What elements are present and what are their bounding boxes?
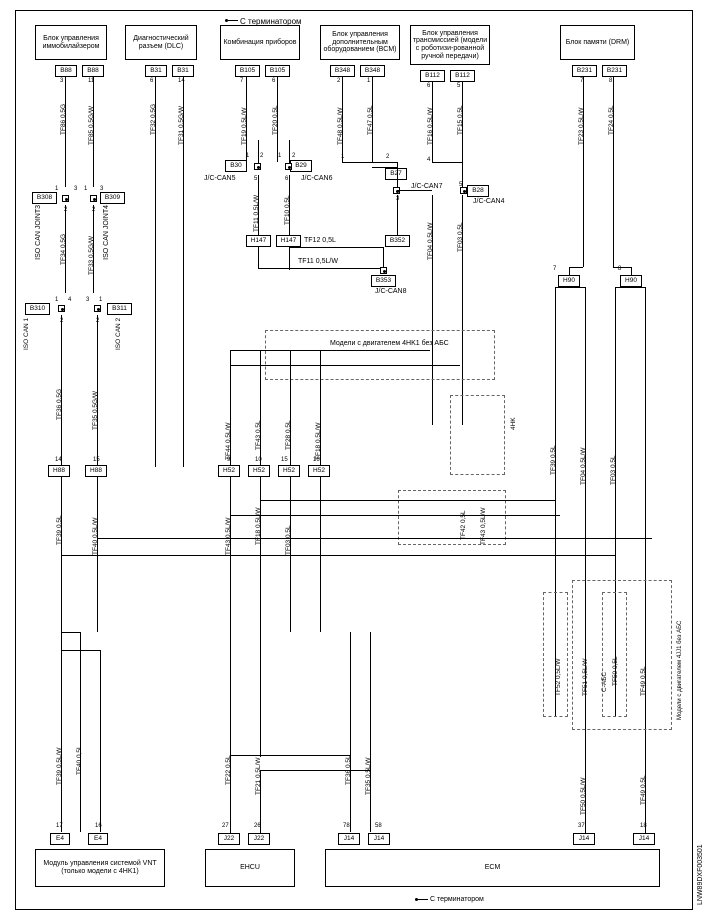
conn-j14a: J14 bbox=[338, 833, 360, 845]
conn-b309: B309 bbox=[100, 192, 125, 204]
conn-b88b: B88 bbox=[82, 65, 104, 77]
module-dlc: Диагностический разъем (DLC) bbox=[125, 25, 197, 60]
module-tcm: Блок управления трансмиссией (модели с р… bbox=[410, 25, 490, 65]
conn-j14d: J14 bbox=[633, 833, 655, 845]
conn-j22a: J22 bbox=[218, 833, 240, 845]
conn-b112a: B112 bbox=[420, 70, 445, 82]
conn-b30: B30 bbox=[225, 160, 247, 172]
conn-b28: B28 bbox=[467, 185, 489, 197]
module-immobilizer: Блок управления иммобилайзером bbox=[35, 25, 107, 60]
module-drm: Блок памяти (DRM) bbox=[560, 25, 635, 60]
conn-h90a: H90 bbox=[558, 275, 580, 287]
conn-j14c: J14 bbox=[573, 833, 595, 845]
conn-b231b: B231 bbox=[602, 65, 627, 77]
conn-j22b: J22 bbox=[248, 833, 270, 845]
conn-b31a: B31 bbox=[145, 65, 167, 77]
module-ehcu: EHCU bbox=[205, 849, 295, 887]
conn-b31b: B31 bbox=[172, 65, 194, 77]
conn-j14b: J14 bbox=[368, 833, 390, 845]
conn-b352: B352 bbox=[385, 235, 410, 247]
conn-h147b: H147 bbox=[276, 235, 301, 247]
conn-b112b: B112 bbox=[450, 70, 475, 82]
conn-b311: B311 bbox=[107, 303, 132, 315]
module-vnt: Модуль управления системой VNT (только м… bbox=[35, 849, 165, 887]
conn-h90b: H90 bbox=[620, 275, 642, 287]
wiring-diagram: С терминатором Блок управления иммобилай… bbox=[0, 0, 708, 922]
conn-b29: B29 bbox=[290, 160, 312, 172]
conn-b105a: B105 bbox=[235, 65, 260, 77]
conn-b348b: B348 bbox=[360, 65, 385, 77]
region-4hk1-no-abs bbox=[265, 330, 495, 380]
conn-b353: B353 bbox=[371, 275, 396, 287]
conn-b310: B310 bbox=[25, 303, 50, 315]
conn-h88a: H88 bbox=[48, 465, 70, 477]
conn-b88a: B88 bbox=[55, 65, 77, 77]
conn-b348a: B348 bbox=[330, 65, 355, 77]
title-bottom: С терминатором bbox=[430, 896, 484, 903]
conn-e4b: E4 bbox=[88, 833, 108, 845]
conn-h52c: H52 bbox=[278, 465, 300, 477]
conn-h147a: H147 bbox=[246, 235, 271, 247]
document-id: LNW89DXF003501 bbox=[697, 844, 704, 905]
module-bcm: Блок управления дополнительным оборудова… bbox=[320, 25, 400, 60]
module-cluster: Комбинация приборов bbox=[220, 25, 300, 60]
conn-h52b: H52 bbox=[248, 465, 270, 477]
diagram-frame bbox=[15, 10, 693, 910]
conn-b308: B308 bbox=[32, 192, 57, 204]
conn-h88b: H88 bbox=[85, 465, 107, 477]
conn-h52a: H52 bbox=[218, 465, 240, 477]
conn-h52d: H52 bbox=[308, 465, 330, 477]
conn-b231a: B231 bbox=[572, 65, 597, 77]
conn-b27: B27 bbox=[385, 168, 407, 180]
conn-b105b: B105 bbox=[265, 65, 290, 77]
module-ecm: ECM bbox=[325, 849, 660, 887]
conn-e4a: E4 bbox=[50, 833, 70, 845]
